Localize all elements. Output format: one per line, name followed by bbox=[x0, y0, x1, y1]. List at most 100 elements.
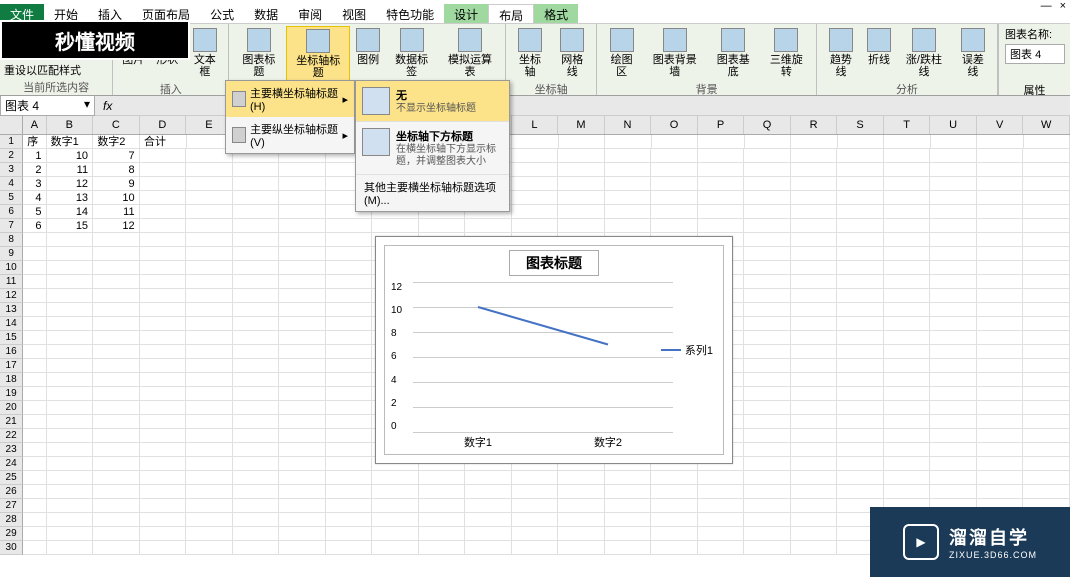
cell[interactable] bbox=[465, 513, 512, 527]
cell[interactable] bbox=[23, 345, 46, 359]
cell[interactable] bbox=[837, 443, 884, 457]
cell[interactable] bbox=[837, 219, 884, 233]
cell[interactable] bbox=[326, 345, 373, 359]
cell[interactable] bbox=[1023, 163, 1070, 177]
plot-area-button[interactable]: 绘图区 bbox=[601, 26, 641, 80]
cell[interactable] bbox=[233, 443, 280, 457]
cell[interactable] bbox=[837, 289, 884, 303]
cell[interactable] bbox=[186, 485, 233, 499]
cell[interactable] bbox=[233, 191, 280, 205]
cell[interactable] bbox=[930, 457, 977, 471]
cell[interactable] bbox=[326, 415, 373, 429]
cell[interactable] bbox=[465, 471, 512, 485]
cell[interactable] bbox=[186, 233, 233, 247]
cell[interactable] bbox=[93, 345, 140, 359]
cell[interactable] bbox=[233, 387, 280, 401]
cell[interactable] bbox=[744, 387, 791, 401]
cell[interactable] bbox=[791, 457, 838, 471]
cell[interactable] bbox=[512, 541, 559, 555]
cell[interactable] bbox=[930, 373, 977, 387]
insert-textbox-button[interactable]: 文本框 bbox=[185, 26, 224, 80]
axis-title-submenu[interactable]: 主要横坐标轴标题(H) ▸ 主要纵坐标轴标题(V) ▸ bbox=[225, 80, 355, 154]
cell[interactable] bbox=[791, 233, 838, 247]
cell[interactable] bbox=[698, 149, 745, 163]
cell[interactable] bbox=[47, 513, 94, 527]
cell[interactable] bbox=[744, 443, 791, 457]
cell[interactable] bbox=[651, 177, 698, 191]
cell[interactable] bbox=[930, 149, 977, 163]
minimize-icon[interactable]: — bbox=[1041, 0, 1052, 12]
cell[interactable] bbox=[837, 163, 884, 177]
row-header[interactable]: 15 bbox=[0, 331, 23, 345]
cell[interactable] bbox=[1023, 275, 1070, 289]
cell[interactable] bbox=[279, 499, 326, 513]
horizontal-axis-title-submenu[interactable]: 无 不显示坐标轴标题 坐标轴下方标题 在横坐标轴下方显示标题，并调整图表大小 其… bbox=[355, 80, 510, 212]
cell[interactable] bbox=[605, 191, 652, 205]
more-options[interactable]: 其他主要横坐标轴标题选项(M)... bbox=[356, 175, 509, 211]
cell[interactable] bbox=[140, 331, 187, 345]
chart-plot-area[interactable]: 024681012 数字1 数字2 bbox=[413, 282, 673, 432]
cell[interactable] bbox=[279, 443, 326, 457]
cell[interactable] bbox=[140, 387, 187, 401]
row-header[interactable]: 19 bbox=[0, 387, 23, 401]
row-header[interactable]: 17 bbox=[0, 359, 23, 373]
cell[interactable] bbox=[186, 443, 233, 457]
cell[interactable] bbox=[47, 401, 94, 415]
cell[interactable] bbox=[186, 247, 233, 261]
cell[interactable] bbox=[140, 415, 187, 429]
cell[interactable] bbox=[93, 429, 140, 443]
cell[interactable] bbox=[279, 513, 326, 527]
row-header[interactable]: 27 bbox=[0, 499, 23, 513]
cell[interactable] bbox=[605, 471, 652, 485]
cell[interactable] bbox=[233, 359, 280, 373]
cell[interactable] bbox=[605, 527, 652, 541]
cell[interactable] bbox=[186, 499, 233, 513]
window-controls[interactable]: — × bbox=[1041, 0, 1066, 12]
cell[interactable] bbox=[93, 443, 140, 457]
cell[interactable] bbox=[23, 233, 46, 247]
cell[interactable] bbox=[744, 149, 791, 163]
row-header[interactable]: 1 bbox=[0, 135, 23, 149]
cell[interactable] bbox=[512, 163, 559, 177]
cell[interactable] bbox=[326, 471, 373, 485]
cell[interactable] bbox=[837, 387, 884, 401]
cell[interactable] bbox=[791, 261, 838, 275]
cell[interactable] bbox=[837, 247, 884, 261]
cell[interactable] bbox=[512, 513, 559, 527]
cell[interactable] bbox=[837, 233, 884, 247]
cell[interactable] bbox=[279, 373, 326, 387]
rotation-3d-button[interactable]: 三维旋转 bbox=[761, 26, 812, 80]
cell[interactable] bbox=[884, 247, 931, 261]
cell[interactable] bbox=[140, 275, 187, 289]
cell[interactable] bbox=[837, 485, 884, 499]
cell[interactable] bbox=[23, 289, 46, 303]
cell[interactable] bbox=[930, 359, 977, 373]
cell[interactable] bbox=[651, 149, 698, 163]
data-labels-button[interactable]: 数据标签 bbox=[386, 26, 437, 80]
cell[interactable] bbox=[186, 415, 233, 429]
cell[interactable] bbox=[1023, 345, 1070, 359]
cell[interactable] bbox=[23, 261, 46, 275]
chart-series-line[interactable] bbox=[413, 282, 673, 432]
cell[interactable] bbox=[791, 345, 838, 359]
cell[interactable] bbox=[186, 373, 233, 387]
cell[interactable] bbox=[326, 401, 373, 415]
cell[interactable] bbox=[744, 177, 791, 191]
cell[interactable] bbox=[1023, 177, 1070, 191]
cell[interactable] bbox=[1023, 247, 1070, 261]
cell[interactable] bbox=[186, 275, 233, 289]
cell[interactable] bbox=[837, 401, 884, 415]
cell[interactable] bbox=[884, 387, 931, 401]
cell[interactable] bbox=[930, 219, 977, 233]
cell[interactable] bbox=[279, 331, 326, 345]
primary-vertical-axis-title[interactable]: 主要纵坐标轴标题(V) ▸ bbox=[226, 117, 354, 153]
cell[interactable] bbox=[744, 457, 791, 471]
cell[interactable] bbox=[186, 541, 233, 555]
cell[interactable] bbox=[23, 359, 46, 373]
cell[interactable] bbox=[47, 373, 94, 387]
cell[interactable]: 14 bbox=[47, 205, 94, 219]
cell[interactable] bbox=[140, 541, 187, 555]
cell[interactable] bbox=[93, 387, 140, 401]
cell[interactable] bbox=[1023, 401, 1070, 415]
option-below-axis[interactable]: 坐标轴下方标题 在横坐标轴下方显示标题，并调整图表大小 bbox=[356, 122, 509, 175]
